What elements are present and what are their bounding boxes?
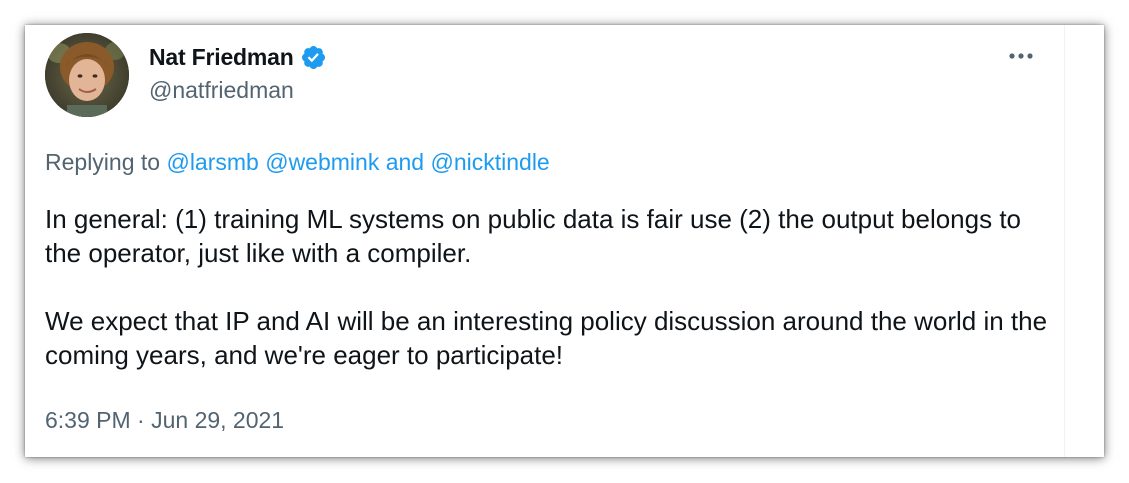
mention-conjunction: and [385,149,425,175]
author-name-row: Nat Friedman [149,41,327,73]
verified-badge-icon [301,45,325,69]
more-options-icon [1009,53,1033,59]
tweet-text: In general: (1) training ML systems on p… [45,202,1055,372]
avatar[interactable] [45,33,129,117]
more-options-button[interactable] [999,41,1043,71]
profile-photo-icon [45,33,129,117]
tweet-timestamp[interactable]: 6:39 PM · Jun 29, 2021 [45,407,284,434]
mention-larsmb[interactable]: @larsmb [166,149,258,175]
mention-nicktindle[interactable]: @nicktindle [430,149,549,175]
author-handle[interactable]: @natfriedman [149,77,294,104]
author-display-name[interactable]: Nat Friedman [149,44,294,71]
tweet-paragraph-2: We expect that IP and AI will be an inte… [45,306,1048,370]
divider [1064,25,1065,457]
replying-prefix: Replying to [45,149,161,175]
replying-to-line: Replying to @larsmb @webmink and @nickti… [45,149,550,176]
tweet-paragraph-1: In general: (1) training ML systems on p… [45,204,1022,268]
mention-webmink[interactable]: @webmink [265,149,379,175]
tweet-card: Nat Friedman @natfriedman Replying to @l… [25,25,1104,457]
